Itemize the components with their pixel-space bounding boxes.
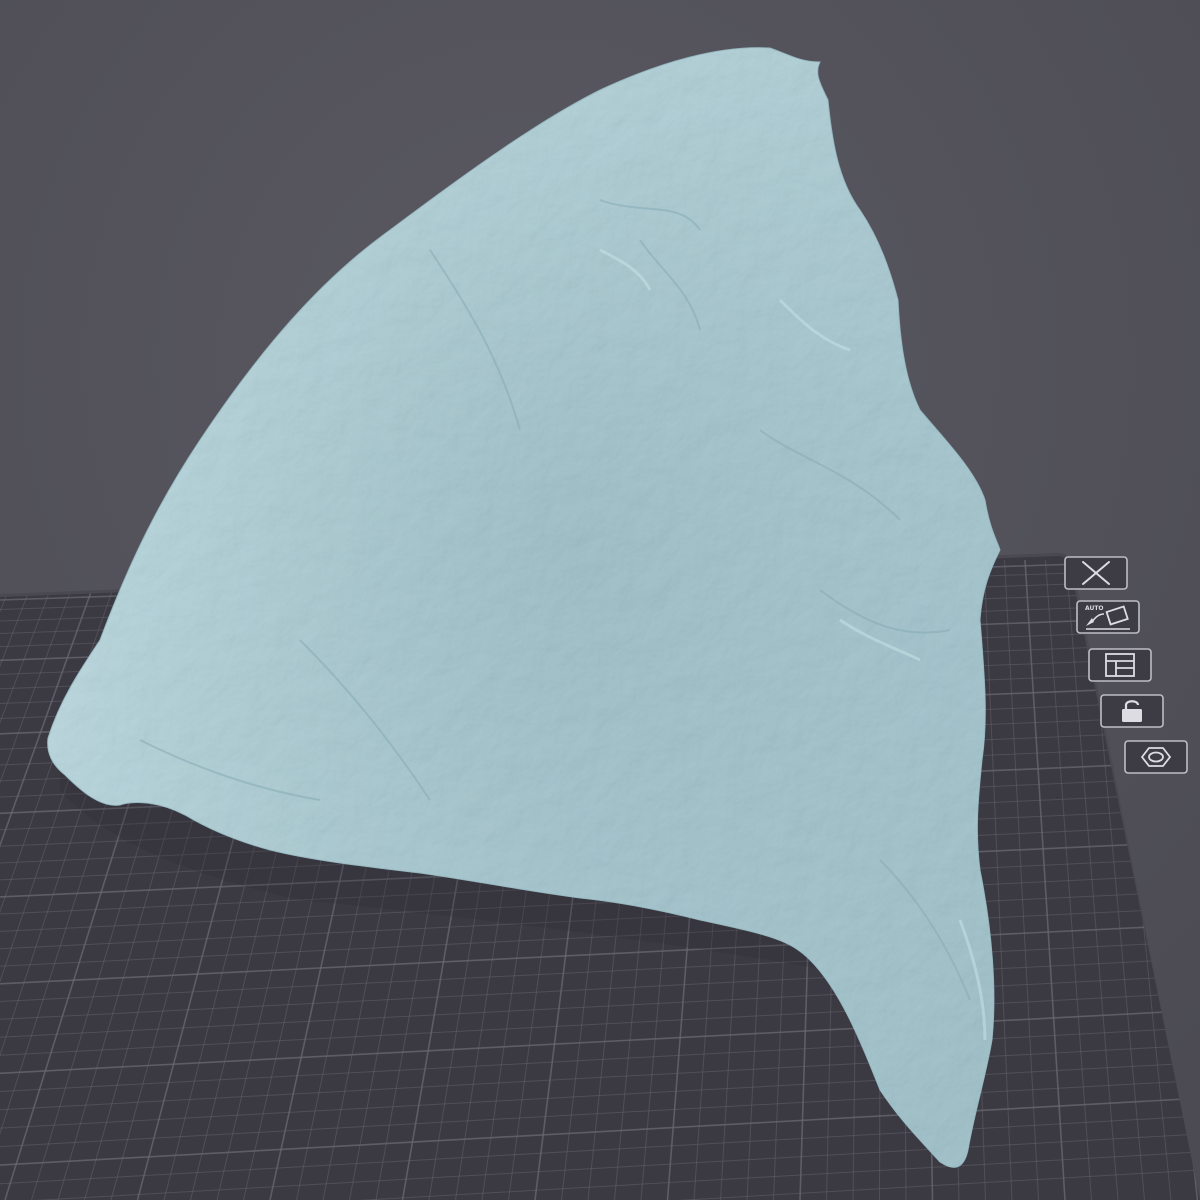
delete-button[interactable]	[1064, 556, 1128, 590]
settings-button[interactable]	[1124, 740, 1188, 774]
auto-arrange-button[interactable]: AUTO	[1076, 600, 1140, 634]
auto-label: AUTO	[1085, 605, 1104, 612]
arrange-button[interactable]	[1088, 648, 1152, 682]
3d-viewport[interactable]	[0, 0, 1200, 1200]
lock-button[interactable]	[1100, 694, 1164, 728]
bed-toolbar: AUTO	[1064, 556, 1196, 786]
